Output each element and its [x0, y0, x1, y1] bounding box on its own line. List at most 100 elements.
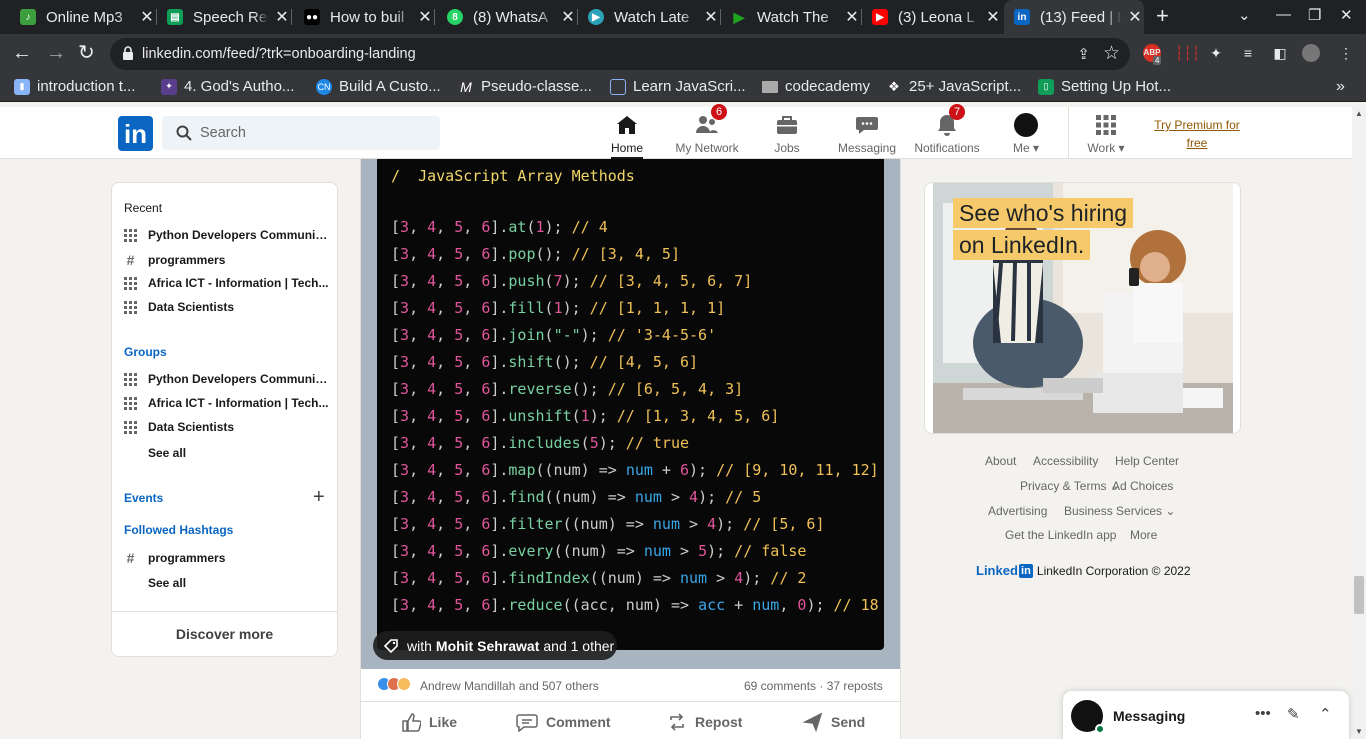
bookmark-item[interactable]: ❖ 25+ JavaScript...: [886, 78, 1021, 95]
bookmark-item[interactable]: CN Build A Custo...: [316, 78, 441, 95]
repost-button[interactable]: Repost: [667, 712, 742, 732]
close-tab-icon[interactable]: ✕: [416, 7, 434, 27]
scroll-up-icon[interactable]: ▲: [1352, 107, 1366, 121]
footer-help-center-link[interactable]: Help Center: [1115, 454, 1179, 468]
try-premium-link[interactable]: Try Premium for free: [1150, 116, 1244, 152]
recent-item[interactable]: # programmers: [124, 252, 329, 268]
footer-more-link[interactable]: More: [1130, 528, 1157, 542]
browser-tab[interactable]: 8 (8) WhatsA ✕: [435, 0, 577, 34]
see-all-groups-link[interactable]: See all: [148, 446, 186, 460]
group-item[interactable]: Data Scientists: [124, 420, 329, 434]
browser-tab[interactable]: ♪ Online Mp3 ✕: [8, 0, 156, 34]
browser-tab[interactable]: ▶ Watch The ✕: [721, 0, 861, 34]
browser-tab[interactable]: ▤ Speech Rec ✕: [157, 0, 291, 34]
recent-item[interactable]: Python Developers Communit...: [124, 228, 329, 242]
reactions-count[interactable]: Andrew Mandillah and 507 others: [420, 679, 599, 693]
page-scrollbar[interactable]: [1352, 107, 1366, 739]
new-tab-icon[interactable]: +: [1156, 3, 1169, 29]
messaging-overlay[interactable]: Messaging ••• ✎ ⌃: [1062, 690, 1350, 739]
more-options-icon[interactable]: •••: [1255, 705, 1271, 722]
close-tab-icon[interactable]: ✕: [984, 7, 1002, 27]
nav-me[interactable]: Me ▾: [1008, 107, 1044, 159]
comment-button[interactable]: Comment: [516, 712, 611, 732]
code-token: filter: [508, 515, 563, 533]
bookmark-item[interactable]: ▮ introduction t...: [14, 78, 135, 95]
close-tab-icon[interactable]: ✕: [843, 7, 861, 27]
side-panel-icon[interactable]: ◧: [1271, 44, 1289, 62]
nav-home[interactable]: Home: [611, 107, 643, 159]
chevron-up-icon[interactable]: ⌃: [1319, 705, 1332, 723]
audio-extension-icon[interactable]: ┆┆┆: [1175, 44, 1200, 62]
code-token: [: [391, 326, 401, 344]
hashtag-item[interactable]: # programmers: [124, 550, 329, 566]
bookmark-item[interactable]: ✦ 4. God's Autho...: [161, 78, 294, 95]
bookmark-item[interactable]: M Pseudo-classe...: [458, 78, 592, 95]
tab-search-icon[interactable]: ⌄: [1238, 6, 1251, 24]
footer-get-app-link[interactable]: Get the LinkedIn app: [1005, 528, 1116, 542]
bookmark-item[interactable]: ▯ Setting Up Hot...: [1038, 78, 1171, 95]
followed-hashtags-link[interactable]: Followed Hashtags: [124, 523, 233, 537]
code-token: );: [806, 596, 825, 614]
nav-notifications[interactable]: 7 Notifications: [912, 104, 982, 159]
media-queue-icon[interactable]: ≡: [1239, 44, 1257, 62]
comments-reposts-count[interactable]: 69 comments · 37 reposts: [744, 679, 883, 693]
profile-avatar-icon[interactable]: [1302, 44, 1320, 62]
events-link[interactable]: Events: [124, 491, 163, 505]
send-button[interactable]: Send: [803, 712, 865, 732]
footer-advertising-link[interactable]: Advertising: [988, 504, 1047, 518]
restore-icon[interactable]: ❐: [1308, 6, 1321, 24]
messaging-title: Messaging: [1113, 708, 1186, 724]
close-tab-icon[interactable]: ✕: [702, 7, 720, 27]
group-item[interactable]: Africa ICT - Information | Tech...: [124, 396, 329, 410]
back-icon[interactable]: ←: [12, 42, 32, 64]
bookmark-item[interactable]: Learn JavaScri...: [610, 78, 746, 95]
more-menu-icon[interactable]: ⋮: [1337, 44, 1355, 62]
close-window-icon[interactable]: ✕: [1340, 6, 1353, 24]
reload-icon[interactable]: ↻: [78, 42, 95, 64]
code-token: // 18: [824, 596, 879, 614]
share-icon[interactable]: ⇪: [1077, 45, 1090, 63]
recent-item[interactable]: Africa ICT - Information | Tech...: [124, 276, 329, 290]
footer-about-link[interactable]: About: [985, 454, 1016, 468]
minimize-icon[interactable]: —: [1276, 6, 1291, 23]
linkedin-logo[interactable]: in: [118, 116, 153, 151]
close-tab-icon[interactable]: ✕: [273, 7, 291, 27]
recent-item[interactable]: Data Scientists: [124, 300, 329, 314]
nav-messaging[interactable]: Messaging: [836, 107, 898, 159]
hiring-ad-card[interactable]: See who's hiring on LinkedIn.: [924, 182, 1241, 434]
close-tab-icon[interactable]: ✕: [1126, 7, 1144, 27]
add-event-icon[interactable]: +: [313, 487, 325, 507]
browser-tab[interactable]: ●● How to buil ✕: [292, 0, 434, 34]
footer-ad-choices-link[interactable]: Ad Choices: [1112, 479, 1173, 493]
close-tab-icon[interactable]: ✕: [138, 7, 156, 27]
see-all-hashtags-link[interactable]: See all: [148, 576, 186, 590]
discover-more-button[interactable]: Discover more: [112, 611, 337, 656]
like-button[interactable]: Like: [401, 712, 457, 732]
nav-work[interactable]: Work ▾: [1083, 107, 1129, 159]
forward-icon[interactable]: →: [46, 42, 66, 64]
footer-business-services-link[interactable]: Business Services ⌄: [1064, 504, 1175, 518]
address-bar[interactable]: linkedin.com/feed/?trk=onboarding-landin…: [110, 38, 1130, 70]
browser-tab-active[interactable]: in (13) Feed | L ✕: [1004, 0, 1144, 34]
compose-message-icon[interactable]: ✎: [1287, 705, 1300, 723]
group-item[interactable]: Python Developers Communit...: [124, 372, 329, 386]
bookmarks-overflow-icon[interactable]: »: [1336, 78, 1345, 96]
tagged-people-pill[interactable]: with Mohit Sehrawat and 1 other: [373, 631, 617, 660]
browser-tab[interactable]: ▶ Watch Late ✕: [578, 0, 720, 34]
extensions-puzzle-icon[interactable]: ✦: [1207, 44, 1225, 62]
groups-link[interactable]: Groups: [124, 345, 167, 359]
scroll-down-icon[interactable]: ▼: [1352, 725, 1366, 739]
bookmark-star-icon[interactable]: ☆: [1103, 42, 1120, 65]
code-token: 1: [580, 407, 590, 425]
nav-my-network[interactable]: 6 My Network: [672, 104, 742, 159]
browser-tab[interactable]: ▶ (3) Leona L ✕: [862, 0, 1002, 34]
nav-jobs[interactable]: Jobs: [770, 107, 804, 159]
code-token: // [6, 5, 4, 3]: [598, 380, 744, 398]
search-input[interactable]: Search: [162, 116, 440, 150]
close-tab-icon[interactable]: ✕: [559, 7, 577, 27]
scrollbar-thumb[interactable]: [1354, 576, 1364, 614]
reaction-icons[interactable]: [377, 677, 411, 691]
footer-accessibility-link[interactable]: Accessibility: [1033, 454, 1098, 468]
bookmark-folder[interactable]: codecademy: [762, 78, 870, 95]
footer-privacy-terms-link[interactable]: Privacy & Terms ⌄: [1020, 479, 1120, 493]
